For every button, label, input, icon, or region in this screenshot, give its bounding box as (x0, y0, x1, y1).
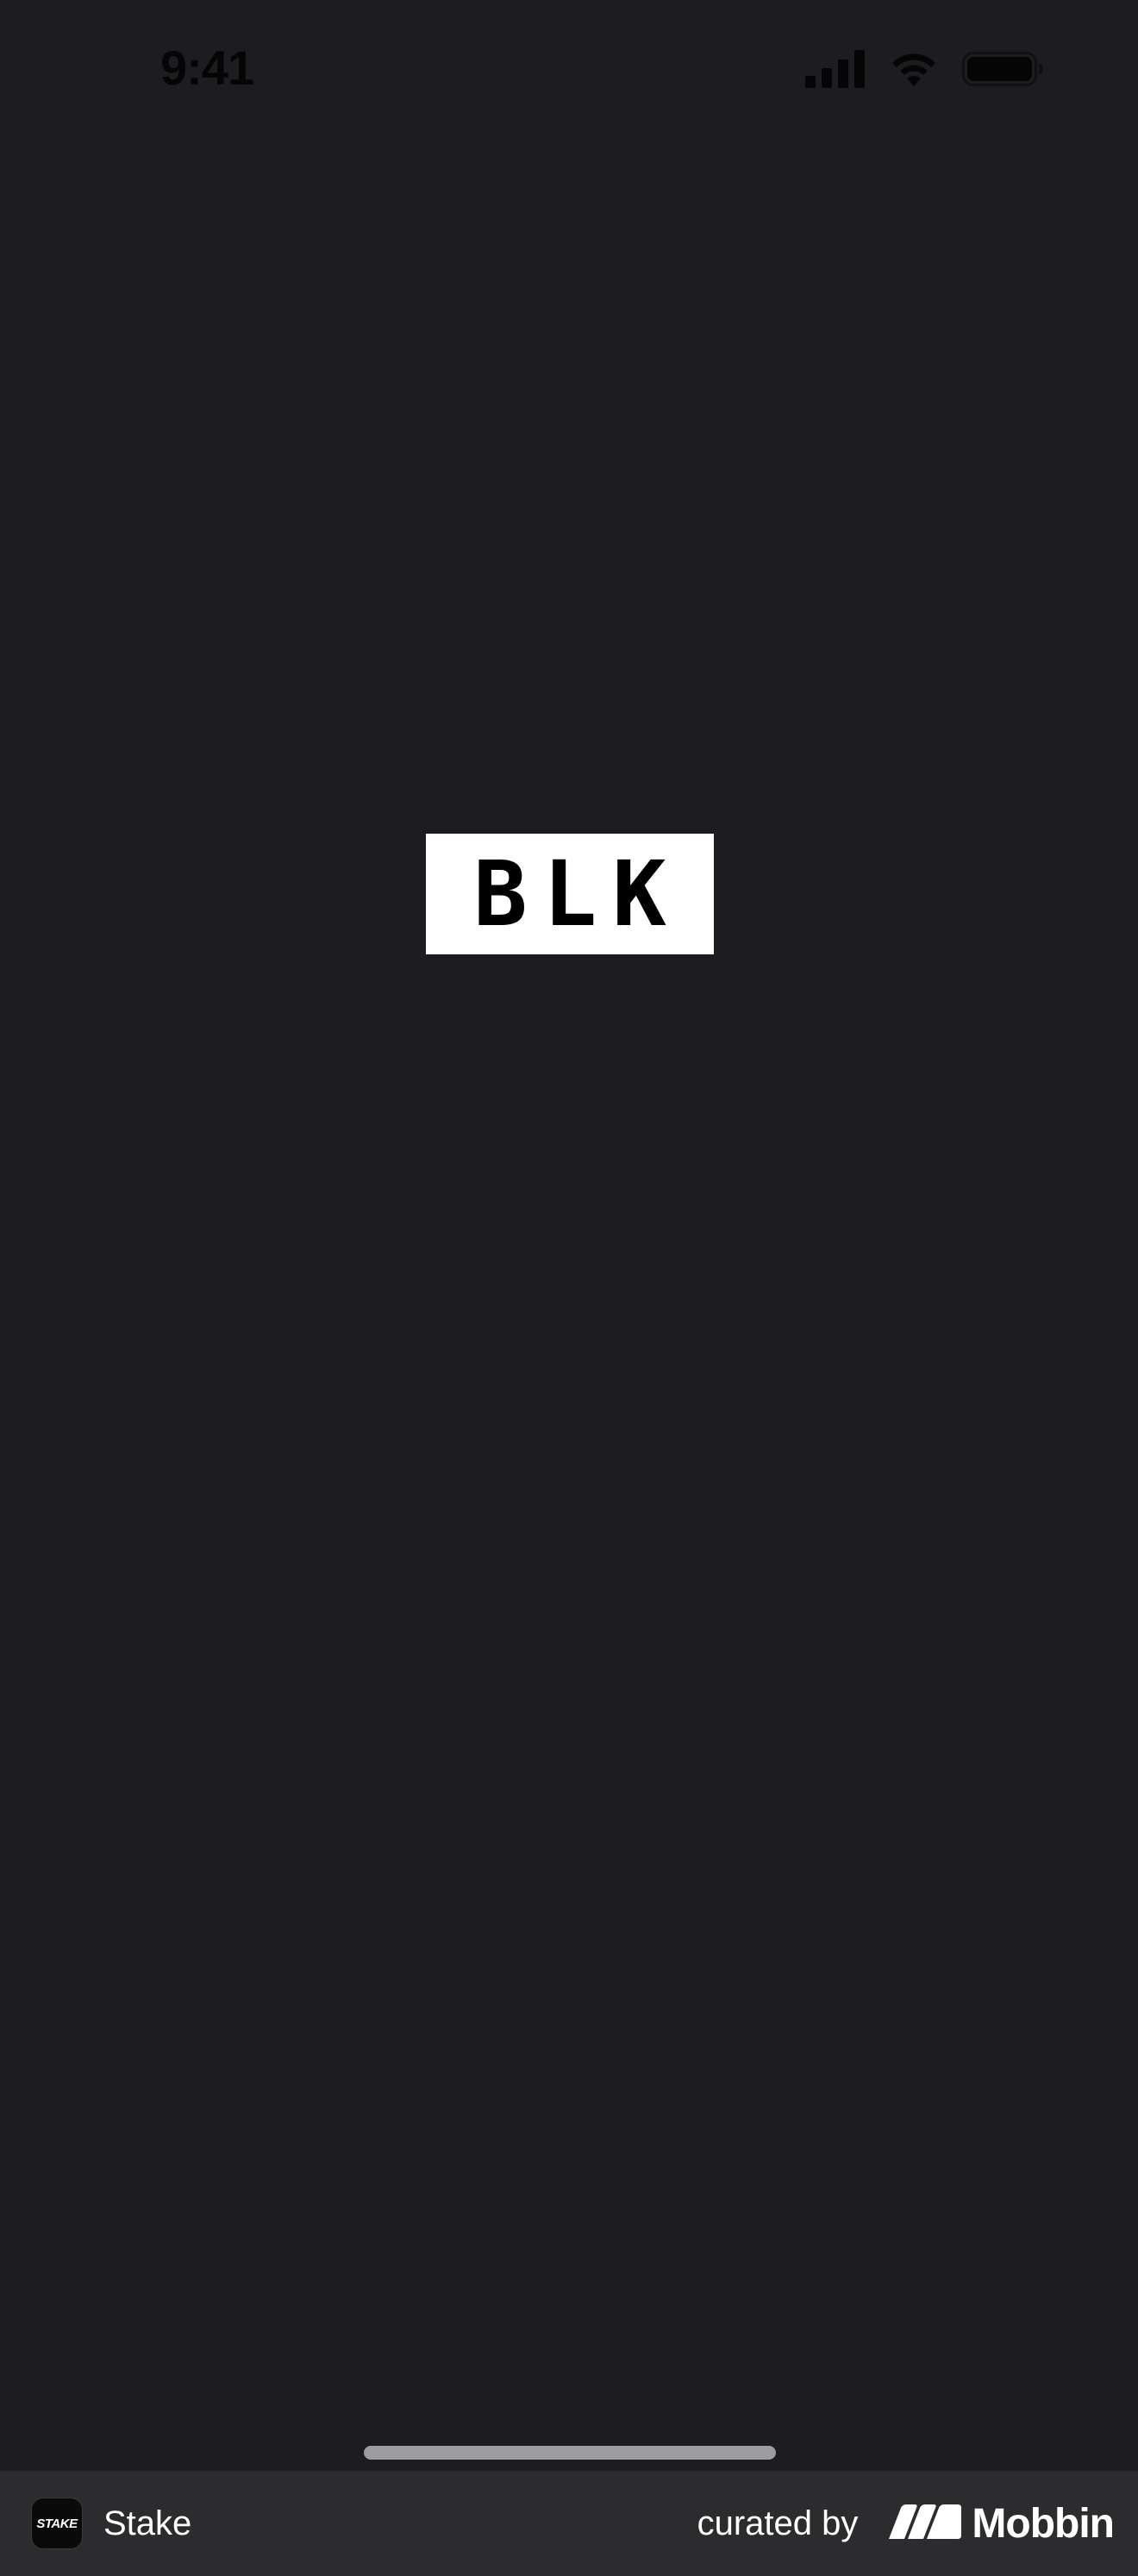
mobbin-brand-name: Mobbin (972, 2500, 1115, 2547)
curated-by-label: curated by (697, 2504, 859, 2542)
wifi-icon (888, 50, 940, 88)
blk-logo: BLK (426, 834, 714, 954)
cellular-signal-icon (805, 50, 866, 88)
logo-text: BLK (473, 841, 682, 947)
mobbin-brand[interactable]: Mobbin (889, 2500, 1115, 2548)
status-icons (805, 45, 1045, 93)
battery-icon (962, 50, 1045, 88)
status-time: 9:41 (160, 41, 254, 95)
app-name: Stake (103, 2504, 192, 2542)
splash-screen: 9:41 BLK STAKE Stake curated by Mobbin (0, 0, 1138, 2576)
mobbin-logo-icon (889, 2504, 962, 2543)
app-attribution: STAKE Stake (31, 2498, 191, 2549)
attribution-footer: STAKE Stake curated by Mobbin (0, 2471, 1138, 2576)
curator-attribution: curated by Mobbin (697, 2500, 1115, 2548)
stake-app-icon: STAKE (31, 2498, 83, 2549)
home-indicator[interactable] (364, 2446, 776, 2460)
